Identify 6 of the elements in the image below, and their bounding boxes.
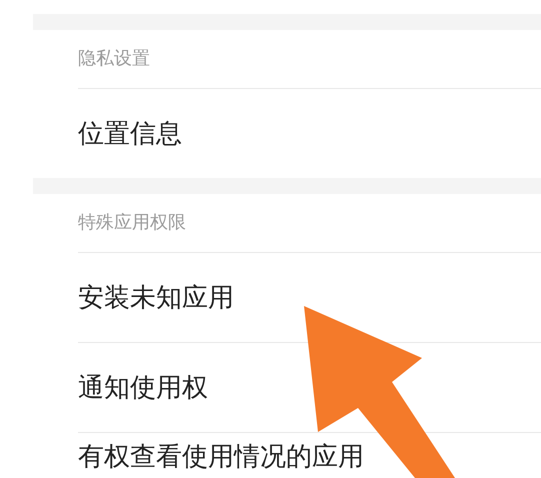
section-header: 隐私设置: [78, 50, 150, 68]
settings-item[interactable]: 安装未知应用: [78, 282, 234, 312]
section-header: 特殊应用权限: [78, 214, 186, 232]
settings-item[interactable]: 位置信息: [78, 118, 182, 148]
settings-item[interactable]: 有权查看使用情况的应用: [78, 442, 364, 472]
settings-item[interactable]: 通知使用权: [78, 372, 208, 402]
